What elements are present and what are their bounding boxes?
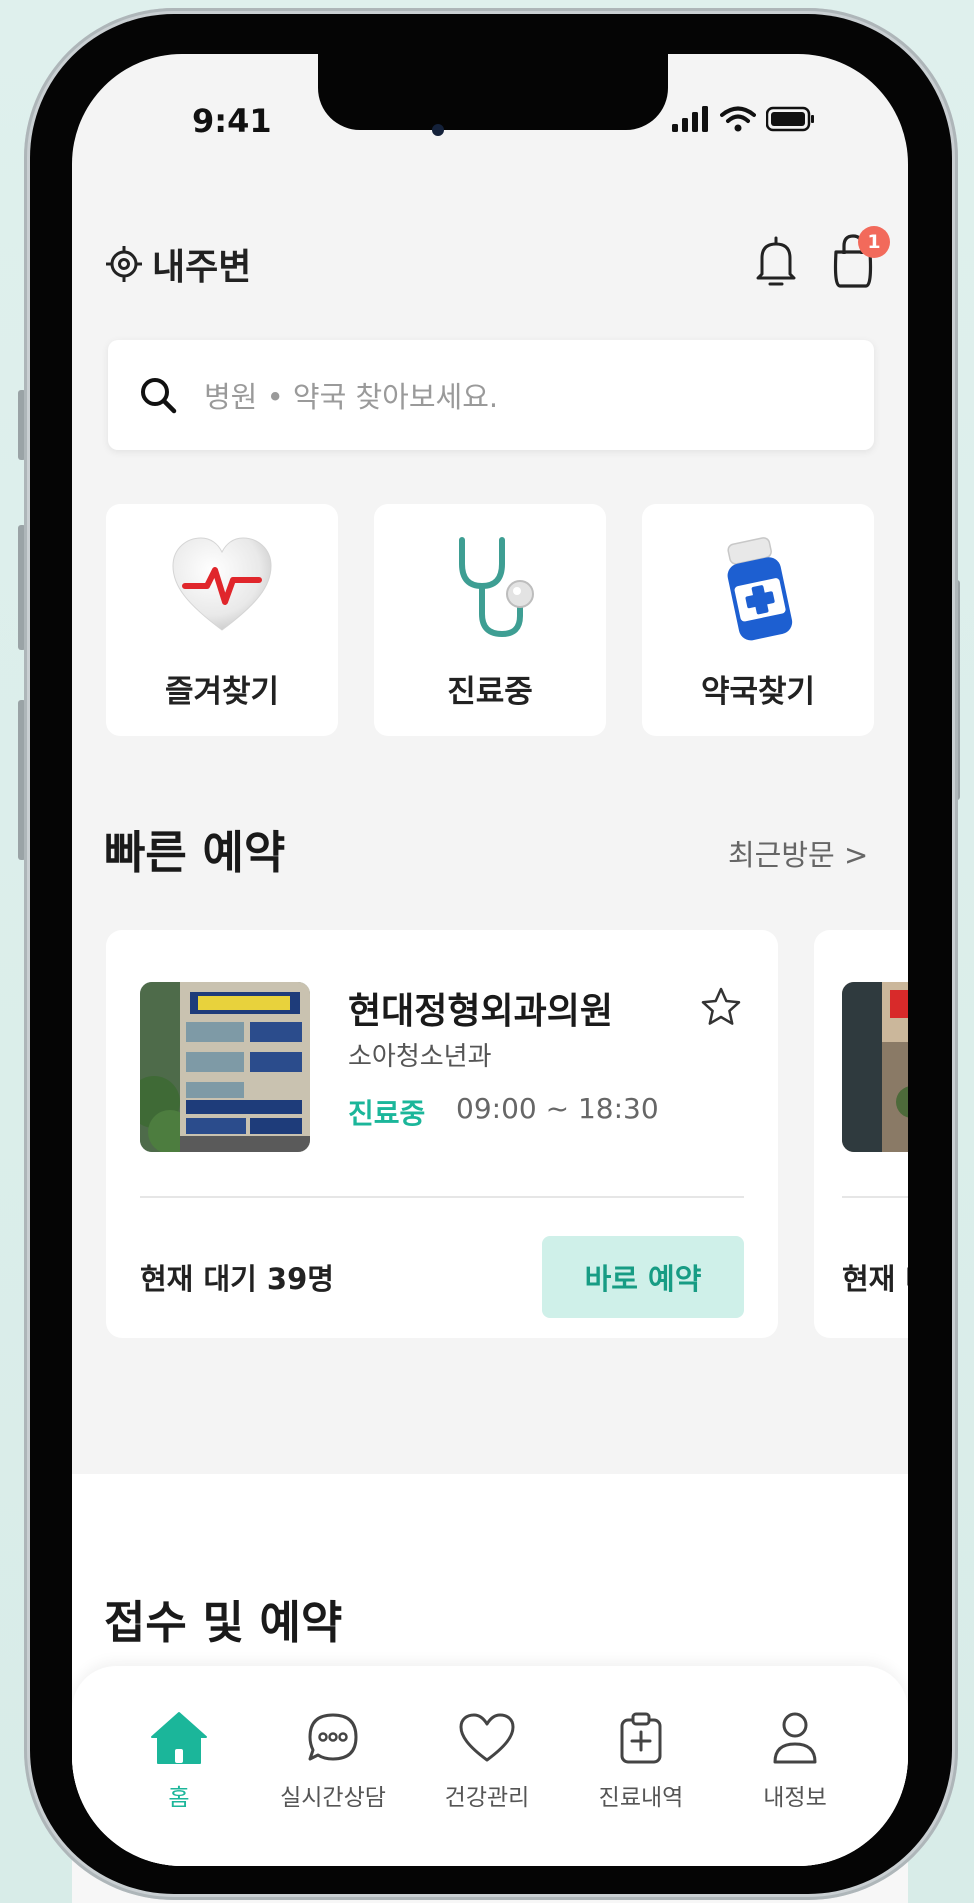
quick-find-pharmacy-label: 약국찾기 bbox=[700, 674, 816, 710]
clinic-building-image bbox=[140, 982, 310, 1152]
status-icons bbox=[672, 106, 816, 132]
quick-find-pharmacy[interactable]: 약국찾기 bbox=[642, 504, 874, 736]
quick-favorites[interactable]: 즐겨찾기 bbox=[106, 504, 338, 736]
card-divider bbox=[140, 1196, 744, 1198]
clinic-interior-image bbox=[842, 982, 908, 1152]
card-divider-next bbox=[842, 1196, 908, 1198]
clinic-photo bbox=[140, 982, 310, 1152]
wifi-icon bbox=[720, 106, 756, 132]
clinic-card-next[interactable]: 현재 대기 5 bbox=[814, 930, 908, 1338]
person-icon bbox=[773, 1712, 817, 1764]
phone-screen: 9:41 내주변 1 병원 • 약국 찾아보세요. 즐겨찾기 진료중 약국찾기 … bbox=[72, 54, 908, 1866]
tab-consultation[interactable]: 실시간상담 bbox=[258, 1708, 408, 1812]
tab-home[interactable]: 홈 bbox=[104, 1708, 254, 1812]
tab-records-label: 진료내역 bbox=[598, 1785, 684, 1811]
battery-icon bbox=[766, 106, 814, 132]
quick-in-treatment[interactable]: 진료중 bbox=[374, 504, 606, 736]
reception-booking-title: 접수 및 예약 bbox=[104, 1596, 343, 1649]
signal-icon bbox=[672, 106, 708, 132]
clinic-hours: 09:00 ~ 18:30 bbox=[456, 1092, 659, 1125]
search-bar[interactable]: 병원 • 약국 찾아보세요. bbox=[108, 340, 874, 450]
clinic-photo-next bbox=[842, 982, 908, 1152]
tab-profile-label: 내정보 bbox=[763, 1785, 827, 1811]
waiting-count: 현재 대기 39명 bbox=[140, 1262, 334, 1296]
status-time: 9:41 bbox=[192, 102, 272, 140]
waiting-count-next: 현재 대기 5 bbox=[842, 1262, 908, 1296]
book-now-button[interactable]: 바로 예약 bbox=[542, 1236, 744, 1318]
bell-icon bbox=[756, 236, 796, 286]
heart-icon bbox=[459, 1713, 515, 1762]
tab-consultation-label: 실시간상담 bbox=[280, 1785, 386, 1811]
clinic-name: 현대정형외과의원 bbox=[348, 991, 613, 1032]
quick-favorites-label: 즐겨찾기 bbox=[164, 674, 280, 710]
bottom-tab-bar: 홈 실시간상담 건강관리 진료내역 내정보 bbox=[72, 1666, 908, 1866]
tab-health[interactable]: 건강관리 bbox=[412, 1708, 562, 1812]
location-label: 내주변 bbox=[152, 247, 252, 288]
search-placeholder: 병원 • 약국 찾아보세요. bbox=[204, 380, 499, 414]
stethoscope-icon bbox=[459, 537, 534, 638]
star-icon bbox=[701, 987, 741, 1025]
clinic-department: 소아청소년과 bbox=[348, 1042, 492, 1072]
medicine-bottle-icon bbox=[727, 537, 793, 641]
favorite-button[interactable] bbox=[700, 986, 742, 1032]
tab-records[interactable]: 진료내역 bbox=[566, 1708, 716, 1812]
heart-pulse-icon bbox=[172, 537, 272, 631]
camera bbox=[432, 124, 444, 136]
cart-badge: 1 bbox=[858, 226, 890, 258]
tab-health-label: 건강관리 bbox=[444, 1785, 530, 1811]
tab-profile[interactable]: 내정보 bbox=[720, 1708, 870, 1812]
quick-in-treatment-label: 진료중 bbox=[447, 674, 533, 710]
home-icon bbox=[151, 1712, 207, 1764]
location-selector[interactable]: 내주변 bbox=[104, 238, 251, 290]
chat-icon bbox=[308, 1713, 358, 1761]
crosshair-icon bbox=[106, 246, 142, 282]
medical-record-icon bbox=[620, 1712, 662, 1764]
notch bbox=[318, 54, 668, 130]
quick-booking-title: 빠른 예약 bbox=[104, 826, 286, 879]
recent-visits-link[interactable]: 최근방문 > bbox=[728, 832, 868, 874]
notification-button[interactable] bbox=[752, 234, 800, 294]
clinic-status: 진료중 bbox=[348, 1097, 426, 1130]
clinic-card[interactable]: 현대정형외과의원 소아청소년과 진료중 09:00 ~ 18:30 현재 대기 … bbox=[106, 930, 778, 1338]
tab-home-label: 홈 bbox=[168, 1785, 190, 1811]
search-icon bbox=[141, 378, 177, 414]
